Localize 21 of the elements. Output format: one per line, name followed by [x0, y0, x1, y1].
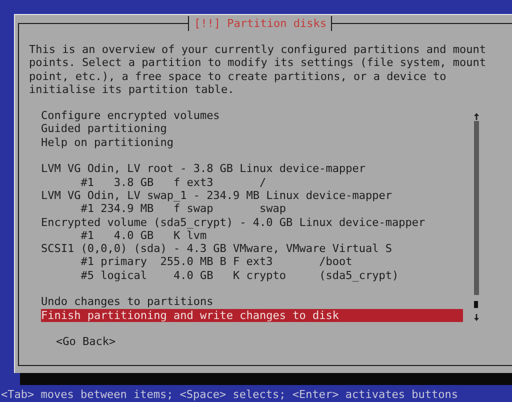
menu-item[interactable]: Undo changes to partitions [41, 295, 463, 309]
go-back-button[interactable]: <Go Back> [56, 335, 116, 349]
partition-item[interactable]: #5 logical 4.0 GB K crypto (sda5_crypt) [41, 268, 463, 282]
menu-item[interactable]: Finish partitioning and write changes to disk [41, 308, 463, 322]
menu-item[interactable]: LVM VG Odin, LV swap_1 - 234.9 MB Linux device-mapper [41, 188, 463, 202]
scrollbar-thumb[interactable] [474, 301, 478, 308]
menu-item[interactable]: Guided partitioning [41, 122, 463, 136]
partition-item[interactable]: #1 234.9 MB f swap swap [41, 202, 463, 216]
menu-item[interactable]: LVM VG Odin, LV root - 3.8 GB Linux device-mapper [41, 162, 463, 176]
menu-item[interactable]: Help on partitioning [41, 136, 463, 150]
partition-item[interactable]: #1 4.0 GB K lvm [41, 228, 463, 242]
partition-item[interactable]: #1 primary 255.0 MB B F ext3 /boot [41, 255, 463, 269]
scroll-up-icon[interactable] [474, 113, 478, 120]
menu-item[interactable]: Encrypted volume (sda5_crypt) - 4.0 GB Linux device-mapper [41, 216, 463, 229]
menu-item[interactable]: SCSI1 (0,0,0) (sda) - 4.3 GB VMware, VMware Virtual S [41, 242, 463, 256]
status-text: <Tab> moves between items; <Space> selects; <Enter> activates buttons [0, 388, 459, 402]
scroll-down-icon[interactable] [474, 314, 478, 322]
description-text: This is an overview of your currently configured partitions and mount points. Select a partition to modify its settings (file system, mount point, etc.), a free space to create partitions, or a device to initialise its partition table. [29, 43, 487, 96]
dialog-title: [!!] Partition disks [188, 16, 332, 31]
menu-item[interactable]: Configure encrypted volumes [41, 109, 463, 122]
partition-item[interactable]: #1 3.8 GB f ext3 / [41, 176, 463, 189]
